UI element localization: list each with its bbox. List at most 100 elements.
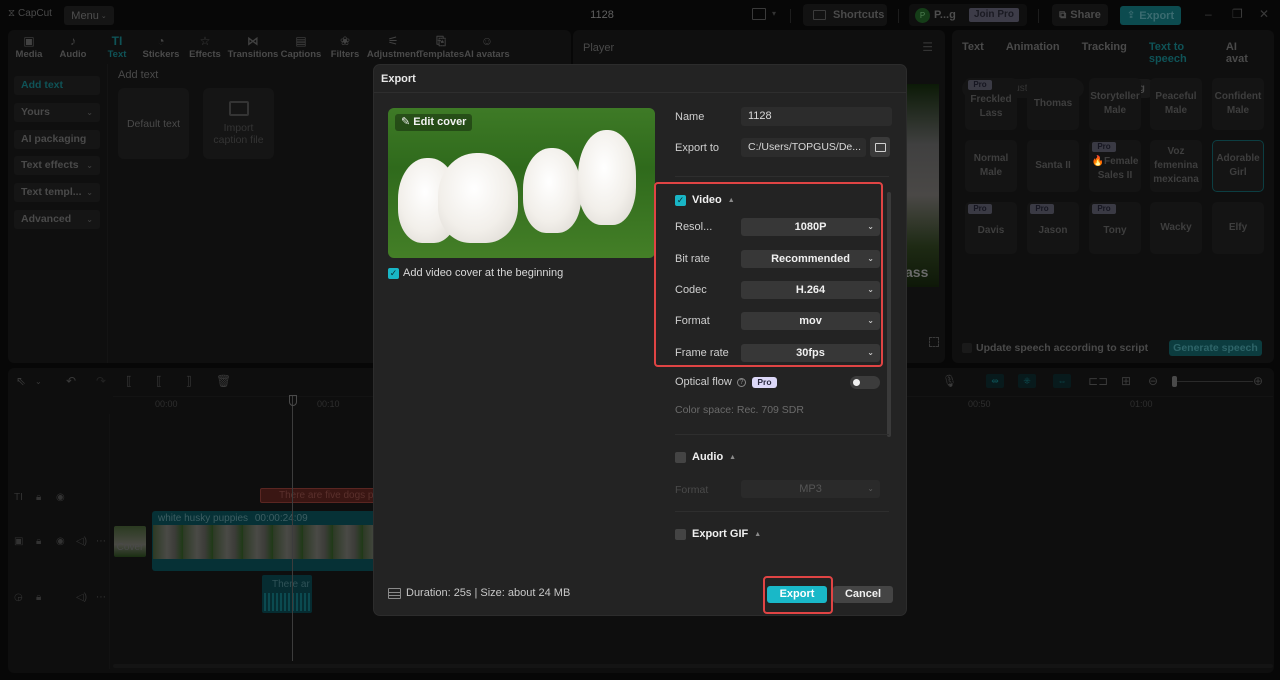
export-path-input[interactable]: C:/Users/TOPGUS/De... (741, 138, 866, 157)
more-icon[interactable]: ⋯ (96, 592, 106, 603)
main-track-magnet-icon[interactable]: ⇹ (986, 374, 1004, 388)
zoom-in-icon[interactable]: ⊕ (1253, 374, 1263, 388)
voice-card[interactable]: Pro 🔥Female Sales II (1089, 140, 1141, 192)
eye-icon[interactable]: ◉ (56, 536, 65, 547)
voice-card[interactable]: Pro Freckled Lass (965, 78, 1017, 130)
audio-clip[interactable]: There ar (262, 575, 312, 613)
voice-card[interactable]: Pro Davis (965, 202, 1017, 254)
voice-card[interactable]: Storyteller Male (1089, 78, 1141, 130)
trim-right-icon[interactable]: ⟧ (186, 374, 192, 388)
format-select[interactable]: mov ⌄ (741, 312, 880, 330)
cover-thumbnail[interactable]: Cover (114, 526, 146, 557)
sidebar-item-advanced[interactable]: Advanced ⌄ (14, 210, 100, 229)
export-button[interactable]: Export (767, 586, 827, 603)
tool-stickers[interactable]: ◔ Stickers (140, 30, 182, 64)
microphone-icon[interactable]: 🎙 (942, 374, 957, 388)
tab-tracking[interactable]: Tracking (1082, 41, 1127, 65)
menu-button[interactable]: Menu ⌄ (64, 6, 114, 25)
trim-left-icon[interactable]: ⟦ (156, 374, 162, 388)
voice-card[interactable]: Thomas (1027, 78, 1079, 130)
eye-icon[interactable]: ◉ (56, 492, 65, 503)
export-top-button[interactable]: ⇪ Export (1120, 6, 1181, 25)
tab-text-to-speech[interactable]: Text to speech (1149, 41, 1204, 65)
audio-section-header[interactable]: Audio ▲ (675, 451, 736, 463)
gif-section-header[interactable]: Export GIF ▲ (675, 528, 761, 540)
audio-format-select[interactable]: MP3 ⌄ (741, 480, 880, 498)
voice-card[interactable]: Normal Male (965, 140, 1017, 192)
sidebar-item-text-effects[interactable]: Text effects ⌄ (14, 156, 100, 175)
add-cover-checkbox[interactable]: ✓ (388, 267, 399, 279)
cancel-button[interactable]: Cancel (833, 586, 893, 603)
redo-icon[interactable]: ↷ (96, 374, 106, 388)
zoom-slider-handle[interactable] (1172, 376, 1177, 387)
tab-animation[interactable]: Animation (1006, 41, 1060, 65)
update-speech-checkbox[interactable] (962, 343, 972, 353)
name-input[interactable]: 1128 (741, 107, 892, 126)
zoom-to-fit-icon[interactable]: ⊞ (1121, 374, 1131, 388)
horizontal-scrollbar[interactable] (113, 664, 1273, 668)
mute-icon[interactable]: ◁) (76, 536, 87, 547)
avatar[interactable]: P (915, 8, 930, 23)
dialog-scrollbar[interactable] (887, 192, 891, 437)
sidebar-item-add-text[interactable]: Add text (14, 76, 100, 95)
caret-up-icon[interactable]: ▲ (754, 531, 761, 538)
cover-preview[interactable]: ✎ Edit cover (388, 108, 655, 258)
mute-icon[interactable]: ◁) (76, 592, 87, 603)
generate-speech-button[interactable]: Generate speech (1169, 340, 1262, 356)
edit-cover-button[interactable]: ✎ Edit cover (395, 114, 473, 131)
tool-templates[interactable]: ⎘ Templates (418, 30, 464, 64)
tool-ai-avatars[interactable]: ☺ AI avatars (464, 30, 510, 64)
video-clip[interactable]: white husky puppies 00:00:24:09 (152, 511, 382, 571)
select-tool-icon[interactable]: ⇖ (16, 374, 26, 388)
sidebar-item-ai-packaging[interactable]: AI packaging (14, 130, 100, 149)
caption-clip[interactable]: There are five dogs pl (260, 488, 382, 503)
tool-adjustment[interactable]: ⚟ Adjustment (367, 30, 419, 64)
voice-card[interactable]: Voz femenina mexicana (1150, 140, 1202, 192)
tool-captions[interactable]: ▤ Captions (280, 30, 322, 64)
resolution-select[interactable]: 1080P ⌄ (741, 218, 880, 236)
menu-icon[interactable]: ☰ (922, 40, 933, 54)
voice-card[interactable]: Wacky (1150, 202, 1202, 254)
voice-card[interactable]: Santa II (1027, 140, 1079, 192)
share-button[interactable]: ⧉ Share (1052, 4, 1108, 26)
more-icon[interactable]: ⋯ (96, 536, 106, 547)
layout-icon[interactable] (752, 8, 766, 20)
sidebar-item-yours[interactable]: Yours ⌄ (14, 103, 100, 122)
default-text-card[interactable]: Default text (118, 88, 189, 159)
shortcuts-button[interactable]: Shortcuts (803, 4, 887, 26)
voice-card[interactable]: Elfy (1212, 202, 1264, 254)
tool-media[interactable]: ▣ Media (8, 30, 50, 64)
zoom-slider[interactable] (1173, 381, 1253, 382)
voice-card[interactable]: Peaceful Male (1150, 78, 1202, 130)
lock-icon[interactable]: 🔒︎ (36, 592, 41, 603)
tool-text[interactable]: TI Text (96, 30, 138, 64)
caret-up-icon[interactable]: ▲ (728, 197, 735, 204)
gif-checkbox[interactable] (675, 528, 686, 540)
fullscreen-icon[interactable] (929, 337, 939, 347)
codec-select[interactable]: H.264 ⌄ (741, 281, 880, 299)
voice-card[interactable]: Adorable Girl (1212, 140, 1264, 192)
chevron-down-icon[interactable]: ⌄ (35, 377, 42, 386)
bitrate-select[interactable]: Recommended ⌄ (741, 250, 880, 268)
split-icon[interactable]: ⟦ (126, 374, 132, 388)
framerate-select[interactable]: 30fps ⌄ (741, 344, 880, 362)
voice-card[interactable]: Confident Male (1212, 78, 1264, 130)
tool-transitions[interactable]: ⋈ Transitions (228, 30, 279, 64)
maximize-icon[interactable]: ❐ (1232, 7, 1243, 21)
delete-icon[interactable]: 🗑 (216, 374, 231, 388)
video-checkbox[interactable]: ✓ (675, 194, 686, 206)
lock-icon[interactable]: 🔒︎ (36, 492, 41, 503)
caret-up-icon[interactable]: ▲ (729, 454, 736, 461)
link-clips-icon[interactable]: ⇔ (1053, 374, 1071, 388)
import-caption-card[interactable]: Import caption file (203, 88, 274, 159)
join-pro-button[interactable]: Join Pro (969, 8, 1019, 22)
add-cover-option[interactable]: ✓ Add video cover at the beginning (388, 267, 563, 279)
tool-audio[interactable]: ♪ Audio (52, 30, 94, 64)
audio-checkbox[interactable] (675, 451, 686, 463)
tab-text[interactable]: Text (962, 41, 984, 65)
voice-card[interactable]: Pro Jason (1027, 202, 1079, 254)
minimize-icon[interactable]: – (1205, 7, 1212, 21)
playhead-handle[interactable] (289, 395, 297, 406)
optical-flow-toggle[interactable] (850, 376, 880, 389)
playhead[interactable] (292, 396, 293, 661)
